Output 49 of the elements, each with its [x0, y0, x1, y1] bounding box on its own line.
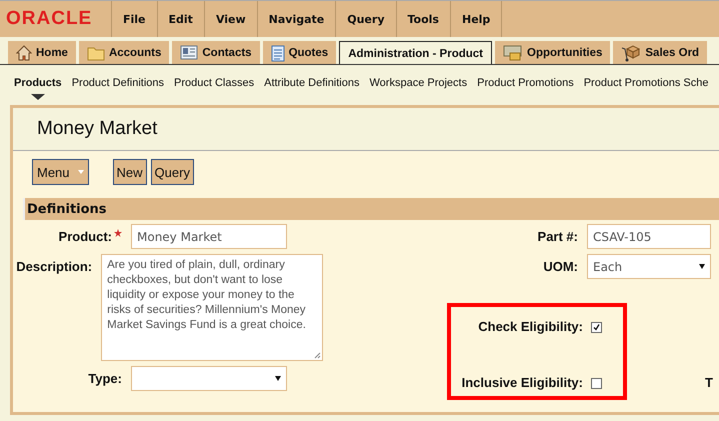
subnav-link[interactable]: Attribute Definitions	[264, 77, 360, 93]
field-label: Check Eligibility:	[477, 319, 583, 335]
field-label: T	[705, 375, 713, 391]
field-label: Type:	[87, 370, 122, 386]
action-button[interactable]: Query	[150, 159, 194, 185]
record-title: Money Market	[37, 118, 158, 140]
text-field[interactable]: CSAV-105	[587, 224, 711, 249]
subnav-link[interactable]: Workspace Projects	[370, 77, 468, 93]
document-icon	[270, 44, 285, 62]
dropdown-field[interactable]: Each	[587, 254, 711, 279]
resize-grip-icon[interactable]	[314, 352, 321, 359]
menu-button[interactable]: Menu	[32, 159, 89, 185]
subnav-link[interactable]: Product Definitions	[72, 77, 164, 93]
field-label: Inclusive Eligibility:	[460, 375, 583, 391]
menu-item[interactable]: Query	[336, 1, 396, 37]
menu-item[interactable]: File	[112, 1, 158, 37]
subnav-link[interactable]: Product Classes	[174, 77, 254, 93]
caret-icon	[78, 170, 84, 174]
subnav-link[interactable]: Product Promotions Sche	[584, 77, 708, 93]
field-label: UOM:	[542, 258, 578, 274]
menu-item[interactable]: Help	[450, 1, 502, 37]
nav-tab[interactable]: Home	[8, 41, 76, 64]
checkbox[interactable]	[591, 378, 602, 388]
nav-tab[interactable]: Sales Ord	[613, 41, 708, 64]
banknote-icon	[503, 45, 523, 61]
action-button[interactable]: New	[112, 159, 147, 185]
dropdown-field[interactable]	[131, 366, 287, 391]
field-label: Part #:	[536, 228, 578, 244]
nav-tab[interactable]: Opportunities	[495, 41, 610, 64]
nav-tab[interactable]: Accounts	[78, 41, 170, 64]
menu-item[interactable]: View	[204, 1, 258, 37]
field-label: Product:	[58, 229, 112, 244]
contact-card-icon	[180, 45, 198, 61]
nav-tab[interactable]: Contacts	[172, 41, 260, 64]
box-cart-icon	[621, 44, 642, 62]
house-icon	[16, 45, 32, 61]
folder-icon	[86, 46, 105, 60]
nav-tab[interactable]: Quotes	[262, 41, 336, 64]
subnav-link[interactable]: Product Promotions	[477, 77, 574, 93]
description-field[interactable]: Are you tired of plain, dull, ordinary checkboxes, but don't want to lose liquidity or expose your money to the risks of securities? Millennium's Money Market Savings Fund is a great choice.	[101, 254, 323, 361]
section-header: Definitions	[27, 202, 107, 216]
field-label: Description:	[15, 258, 92, 274]
menu-item[interactable]: Tools	[396, 1, 451, 37]
menu-item[interactable]: Navigate	[258, 1, 336, 37]
menu-item[interactable]: Edit	[158, 1, 205, 37]
oracle-logo: ORACLE	[0, 1, 112, 37]
text-field[interactable]: Money Market	[131, 224, 287, 249]
nav-tab[interactable]: Administration - Product	[339, 41, 492, 64]
checkbox[interactable]	[591, 322, 602, 332]
